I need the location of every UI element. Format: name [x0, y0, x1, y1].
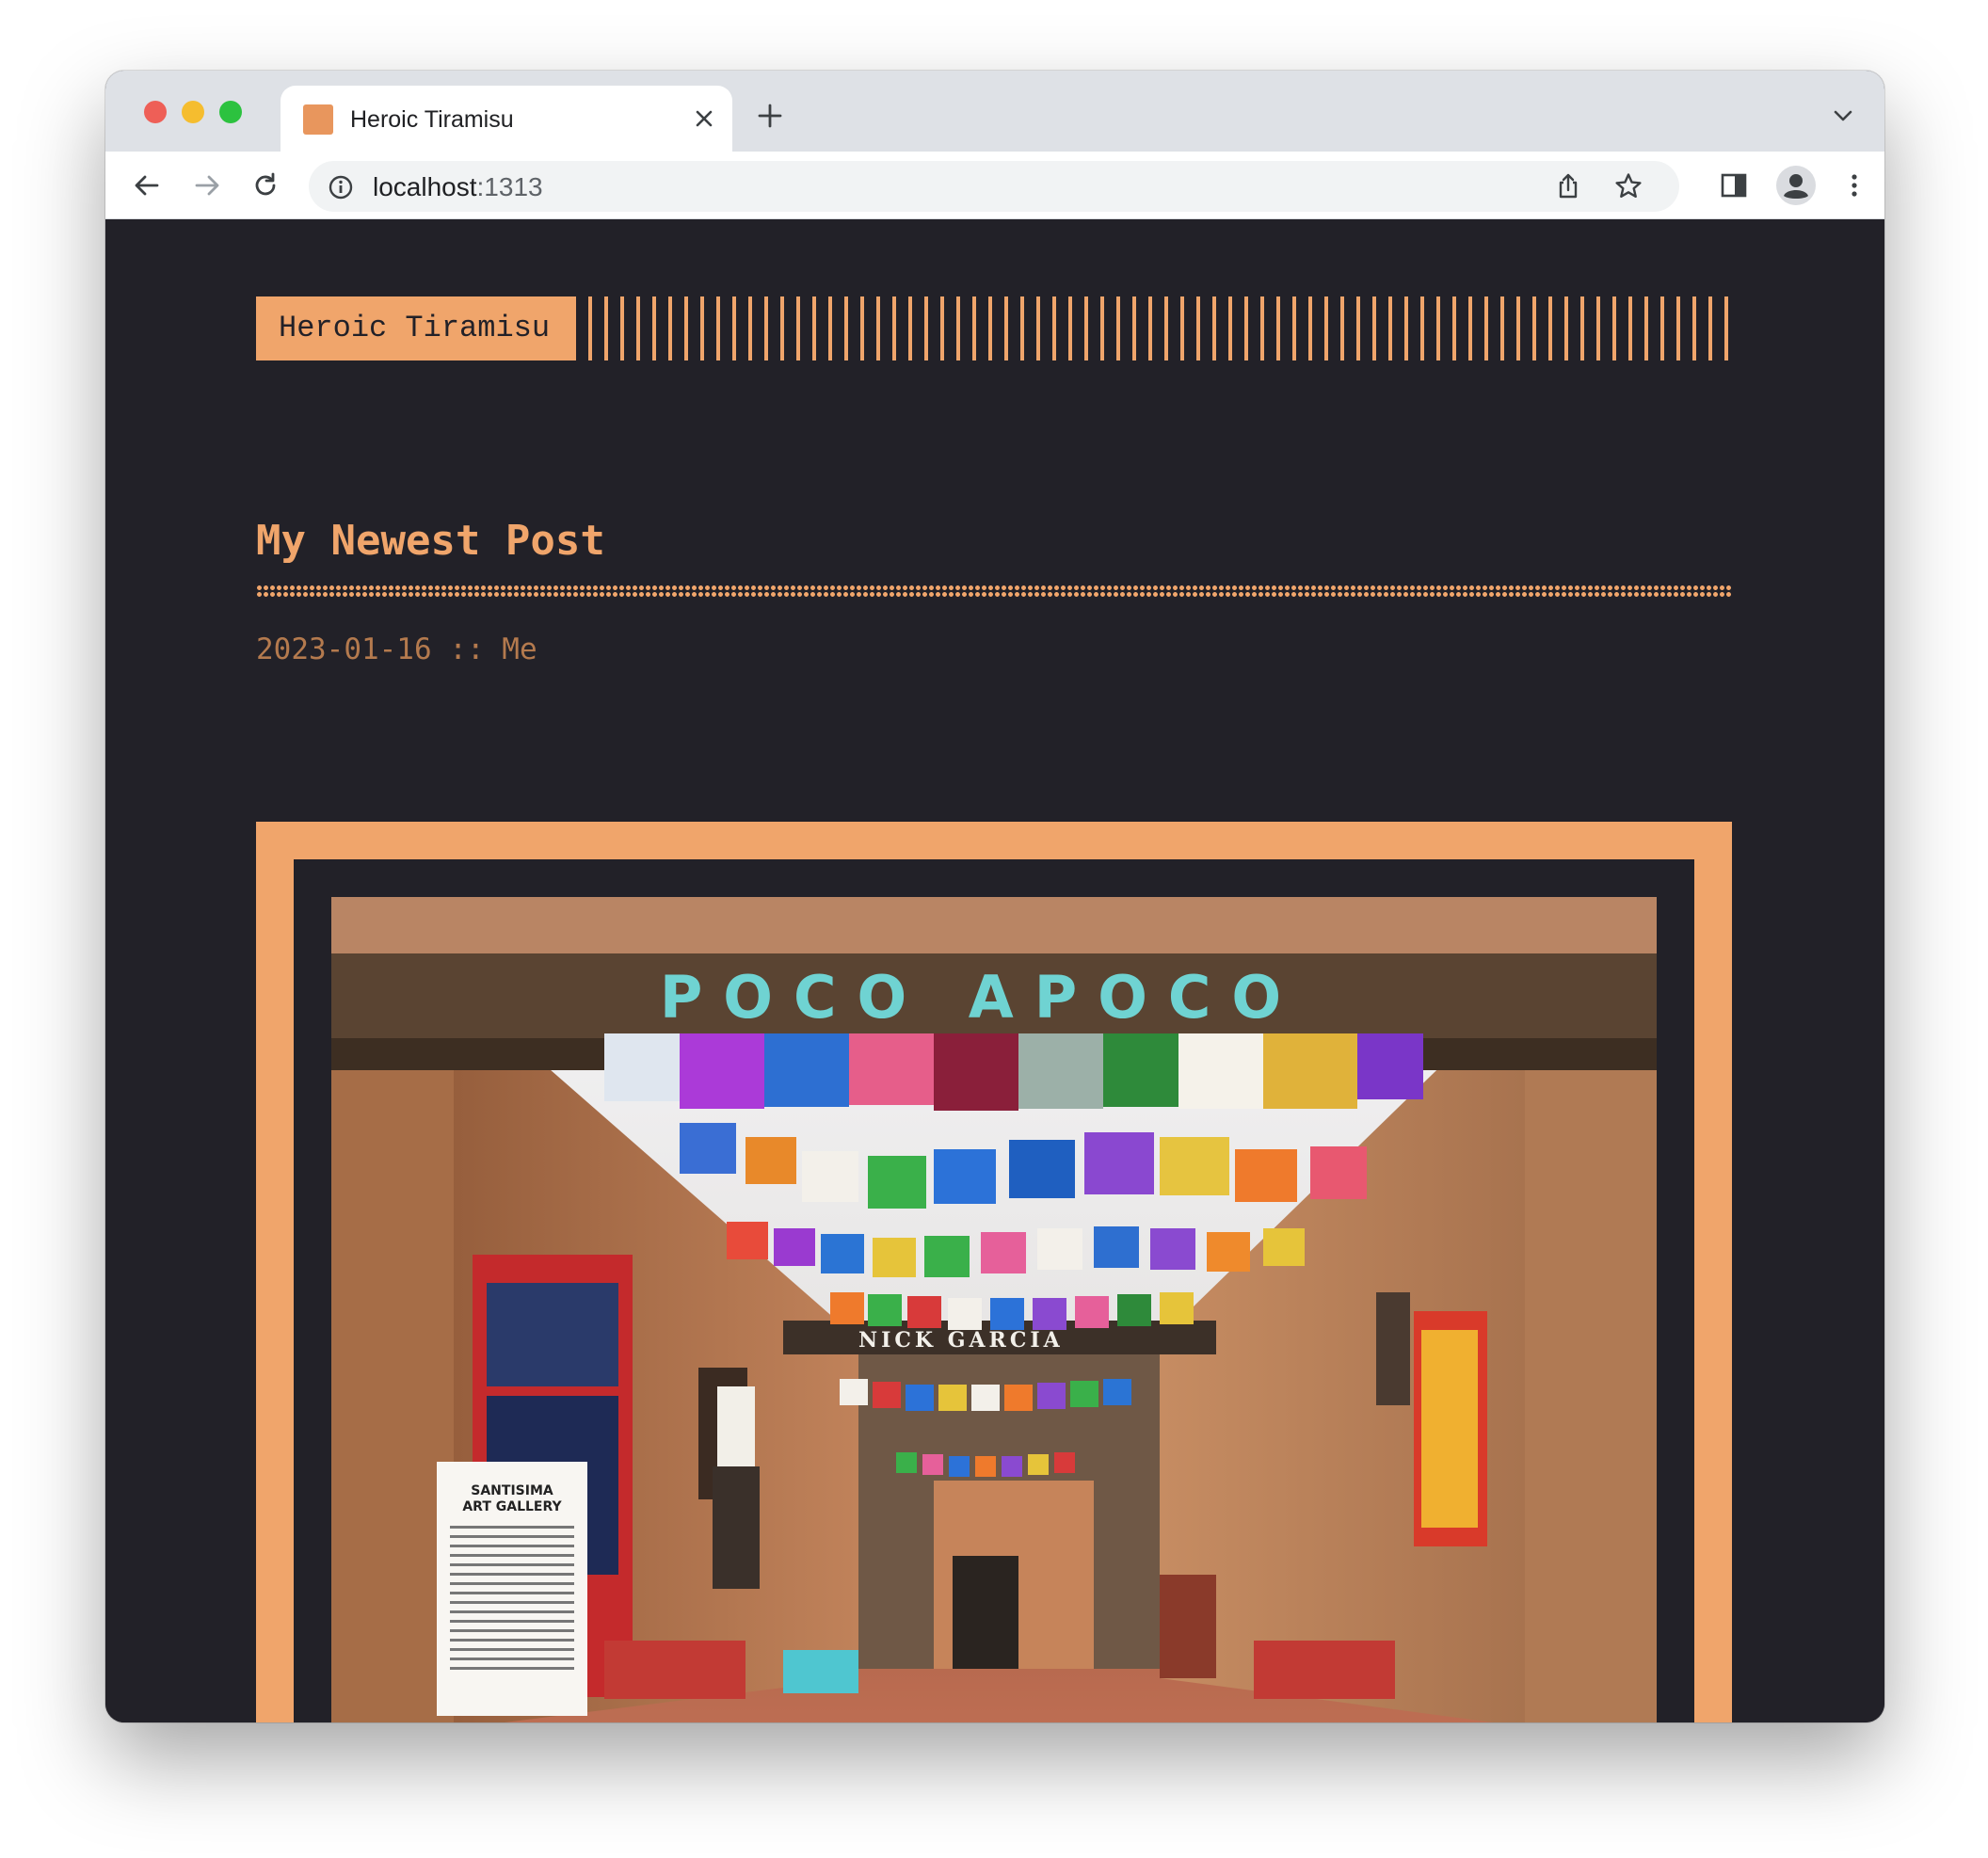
star-icon[interactable]	[1613, 171, 1643, 201]
image-frame-inner: POCO APOCO SANTISIMA ART GALLERY NICK GA…	[294, 859, 1694, 1722]
profile-icon[interactable]	[1775, 165, 1817, 206]
browser-window: Heroic Tiramisu localhost:1313 Heroic Ti…	[105, 71, 1884, 1722]
address-bar[interactable]: localhost:1313	[309, 161, 1679, 212]
poco-apoco-sign: POCO APOCO	[660, 963, 1302, 1032]
url-text: localhost:1313	[373, 172, 543, 202]
info-icon[interactable]	[328, 174, 354, 200]
zoom-window-button[interactable]	[219, 101, 242, 123]
minimize-window-button[interactable]	[182, 101, 204, 123]
plus-icon[interactable]	[757, 103, 783, 129]
more-vert-icon[interactable]	[1839, 170, 1869, 200]
forward-arrow-icon[interactable]	[192, 170, 222, 200]
post-cover-image: POCO APOCO SANTISIMA ART GALLERY NICK GA…	[331, 897, 1657, 1722]
tab-strip: Heroic Tiramisu	[105, 71, 1884, 152]
favicon-icon	[303, 104, 333, 135]
tab-title: Heroic Tiramisu	[350, 106, 514, 133]
post-meta: 2023-01-16 :: Me	[256, 633, 537, 666]
sidebar-icon[interactable]	[1719, 170, 1749, 200]
url-host: localhost	[373, 172, 477, 201]
image-frame: POCO APOCO SANTISIMA ART GALLERY NICK GA…	[256, 822, 1732, 1722]
site-logo[interactable]: Heroic Tiramisu	[256, 296, 573, 360]
browser-tab[interactable]: Heroic Tiramisu	[281, 86, 732, 152]
share-icon[interactable]	[1553, 171, 1583, 201]
close-window-button[interactable]	[144, 101, 167, 123]
reload-icon[interactable]	[250, 170, 281, 200]
street-sign-text: NICK GARCIA	[858, 1328, 1064, 1353]
svg-text:ART GALLERY: ART GALLERY	[462, 1499, 562, 1514]
close-icon[interactable]	[693, 107, 715, 130]
gallery-sign-text: SANTISIMA	[471, 1483, 553, 1498]
url-port: :1313	[476, 172, 543, 201]
page-content: Heroic Tiramisu My Newest Post 2023-01-1…	[105, 219, 1884, 1722]
chevron-down-icon[interactable]	[1832, 108, 1854, 123]
title-divider	[256, 585, 1732, 598]
logo-decoration	[572, 296, 1728, 360]
post-title[interactable]: My Newest Post	[256, 515, 605, 568]
browser-toolbar: localhost:1313	[105, 152, 1884, 219]
back-arrow-icon[interactable]	[132, 170, 162, 200]
